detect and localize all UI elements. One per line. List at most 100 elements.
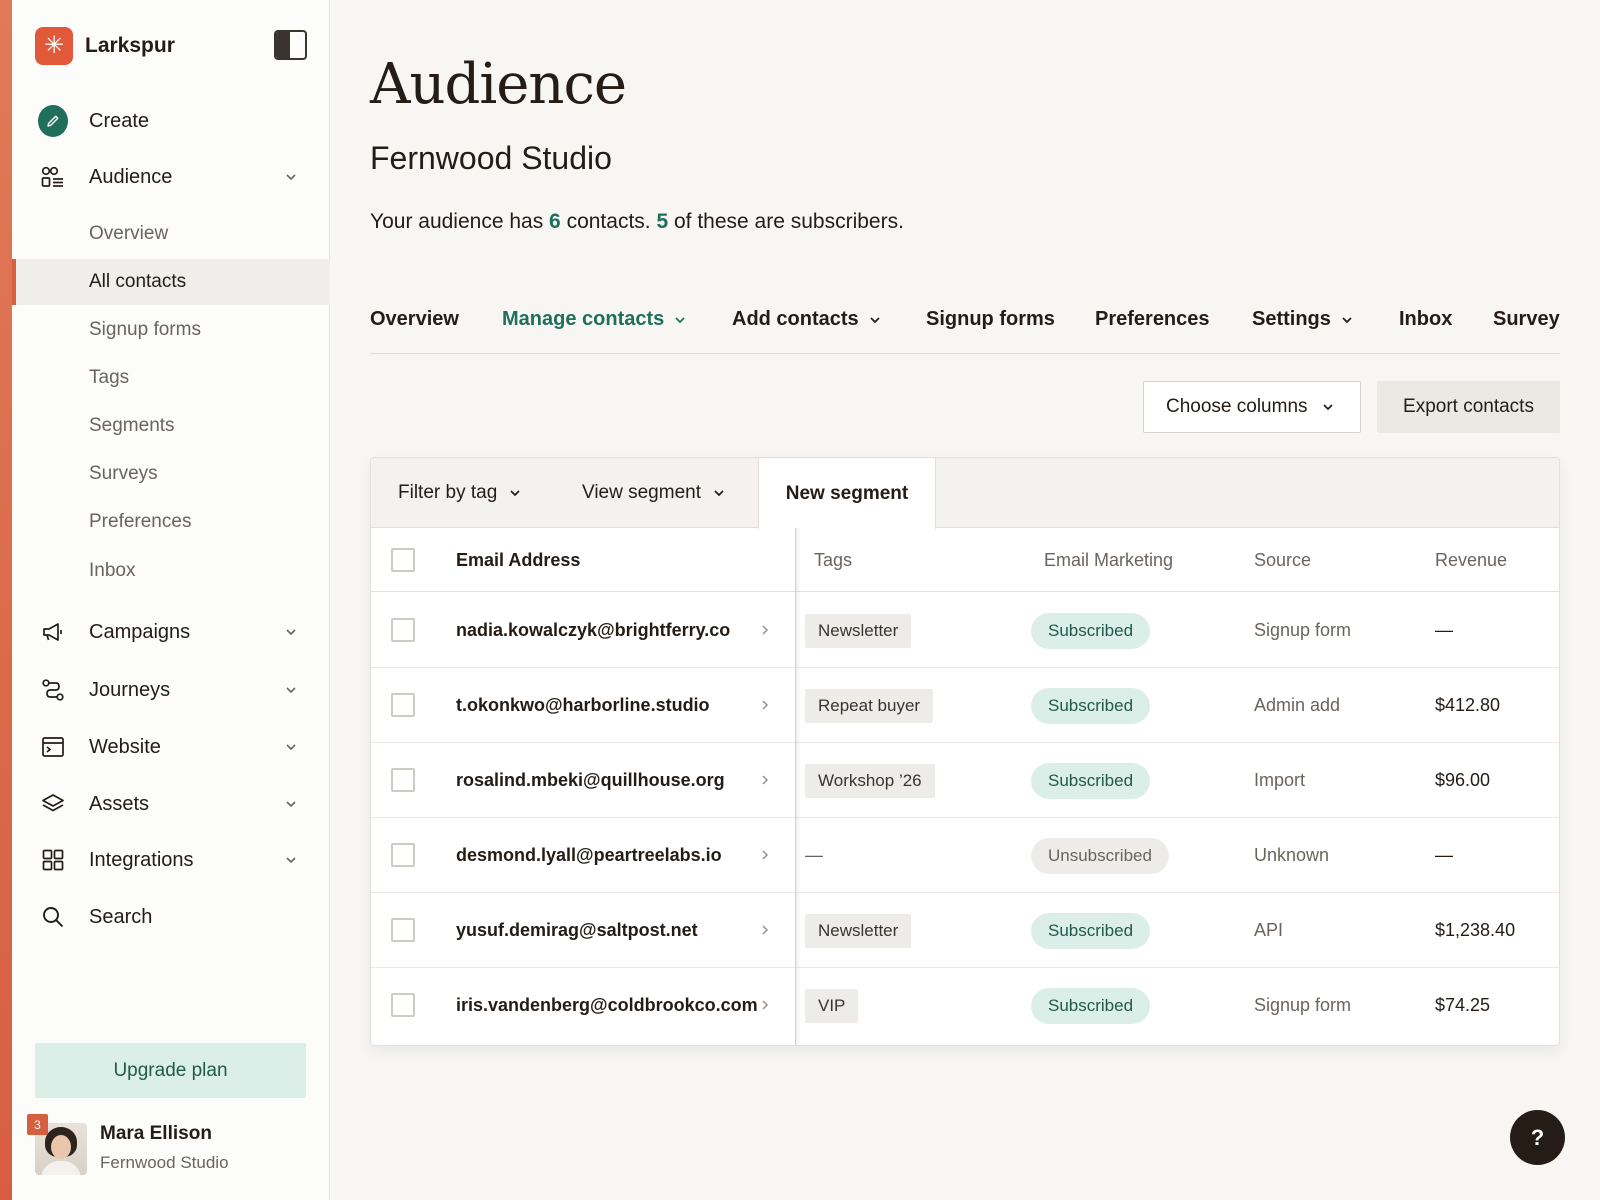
- chevron-down-icon: [282, 681, 300, 699]
- table-row[interactable]: iris.vandenberg@coldbrookco.com VIP Subscr…: [371, 968, 1559, 1043]
- select-all-checkbox[interactable]: [391, 548, 415, 572]
- column-header-email[interactable]: Email Address: [456, 528, 580, 592]
- column-header-email-marketing[interactable]: Email Marketing: [1044, 528, 1173, 592]
- notification-badge: 3: [27, 1114, 48, 1135]
- chevron-right-icon[interactable]: [758, 997, 772, 1013]
- chevron-right-icon[interactable]: [758, 622, 772, 638]
- tab-add-contacts[interactable]: Add contacts: [732, 308, 881, 331]
- sidebar-item-integrations[interactable]: Integrations: [12, 837, 330, 883]
- sidebar-subitem-label: Overview: [89, 223, 169, 244]
- tags-cell: Newsletter: [805, 593, 912, 668]
- user-name: Mara Ellison: [100, 1123, 212, 1144]
- chevron-right-icon[interactable]: [758, 847, 772, 863]
- contact-email[interactable]: desmond.lyall@peartreelabs.io: [456, 818, 722, 893]
- source-cell: Admin add: [1254, 695, 1341, 715]
- row-checkbox[interactable]: [391, 918, 415, 942]
- chevron-right-icon[interactable]: [758, 922, 772, 938]
- tab-settings[interactable]: Settings: [1252, 308, 1353, 331]
- chevron-down-icon: [1322, 403, 1334, 411]
- marketing-status-cell: Subscribed: [1031, 593, 1151, 668]
- sidebar-item-label: Website: [89, 735, 161, 758]
- revenue-cell: —: [1435, 620, 1453, 640]
- column-header-tags[interactable]: Tags: [814, 528, 852, 592]
- brand[interactable]: ✳ Larkspur: [35, 27, 175, 65]
- sidebar-subitem-surveys[interactable]: Surveys: [12, 451, 330, 497]
- status-badge: Unsubscribed: [1031, 837, 1169, 874]
- sidebar-item-website[interactable]: Website: [12, 724, 330, 770]
- column-header-revenue[interactable]: Revenue: [1435, 528, 1507, 592]
- help-button[interactable]: ?: [1510, 1110, 1565, 1165]
- table-row[interactable]: desmond.lyall@peartreelabs.io — Unsubscrib…: [371, 818, 1559, 893]
- row-checkbox[interactable]: [391, 693, 415, 717]
- sidebar: ✳ Larkspur Create Audience Overview All …: [12, 0, 330, 1200]
- tab-manage-contacts[interactable]: Manage contacts: [502, 308, 686, 331]
- sidebar-subitem-label: Preferences: [89, 511, 192, 532]
- sidebar-subitem-label: Signup forms: [89, 319, 201, 340]
- contact-email[interactable]: yusuf.demirag@saltpost.net: [456, 893, 698, 968]
- source-cell: Signup form: [1254, 995, 1352, 1015]
- sidebar-subitem-preferences[interactable]: Preferences: [12, 499, 330, 545]
- sidebar-subitem-segments[interactable]: Segments: [12, 403, 330, 449]
- choose-columns-label: Choose columns: [1166, 396, 1308, 417]
- view-segment-dropdown[interactable]: View segment: [582, 458, 725, 528]
- row-checkbox[interactable]: [391, 618, 415, 642]
- source-cell: Import: [1254, 770, 1306, 790]
- sidebar-item-label: Journeys: [89, 678, 171, 701]
- choose-columns-button[interactable]: Choose columns: [1143, 381, 1361, 433]
- new-segment-button[interactable]: New segment: [758, 458, 936, 529]
- tab-preferences[interactable]: Preferences: [1095, 308, 1210, 331]
- contact-email[interactable]: nadia.kowalczyk@brightferry.co: [456, 593, 730, 668]
- table-row[interactable]: yusuf.demirag@saltpost.net Newsletter Subs…: [371, 893, 1559, 968]
- tab-inbox[interactable]: Inbox: [1399, 308, 1452, 331]
- sidebar-subitem-label: Tags: [89, 367, 130, 388]
- user-account-menu[interactable]: 3 Mara Ellison Fernwood Studio: [27, 1114, 315, 1177]
- sidebar-item-audience[interactable]: Audience: [12, 154, 330, 200]
- table-row[interactable]: t.okonkwo@harborline.studio Repeat buyer S…: [371, 668, 1559, 743]
- audience-tabs: Overview Manage contacts Add contacts Si…: [370, 296, 1560, 354]
- tag-chip[interactable]: Repeat buyer: [805, 688, 934, 723]
- status-badge: Subscribed: [1031, 612, 1151, 649]
- tab-label: Overview: [370, 308, 459, 330]
- upgrade-plan-button[interactable]: Upgrade plan: [35, 1043, 306, 1098]
- org-name: Fernwood Studio: [370, 140, 612, 176]
- brand-name: Larkspur: [85, 34, 175, 57]
- create-icon: [38, 105, 68, 137]
- sidebar-subitem-all-contacts[interactable]: All contacts: [12, 259, 330, 305]
- export-contacts-button[interactable]: Export contacts: [1377, 381, 1560, 433]
- tab-overview[interactable]: Overview: [370, 308, 459, 331]
- status-badge: Subscribed: [1031, 912, 1151, 949]
- collapse-sidebar-button[interactable]: [274, 30, 307, 60]
- sidebar-subitem-tags[interactable]: Tags: [12, 355, 330, 401]
- tag-chip[interactable]: VIP: [805, 988, 859, 1023]
- row-checkbox[interactable]: [391, 768, 415, 792]
- contact-email[interactable]: t.okonkwo@harborline.studio: [456, 668, 710, 743]
- sidebar-subitem-overview[interactable]: Overview: [12, 211, 330, 257]
- sidebar-item-label: Campaigns: [89, 620, 191, 643]
- contact-email[interactable]: iris.vandenberg@coldbrookco.com: [456, 968, 758, 1043]
- tab-signup-forms[interactable]: Signup forms: [926, 308, 1055, 331]
- chevron-right-icon[interactable]: [758, 697, 772, 713]
- sidebar-item-search[interactable]: Search: [12, 894, 330, 940]
- sidebar-subitem-signup-forms[interactable]: Signup forms: [12, 307, 330, 353]
- journey-icon: [38, 675, 68, 705]
- sidebar-subitem-inbox[interactable]: Inbox: [12, 548, 330, 594]
- marketing-status-cell: Subscribed: [1031, 968, 1151, 1043]
- contact-count: 6: [549, 210, 561, 233]
- filter-by-tag-dropdown[interactable]: Filter by tag: [398, 458, 521, 528]
- table-row[interactable]: rosalind.mbeki@quillhouse.org Workshop ’2…: [371, 743, 1559, 818]
- chevron-right-icon[interactable]: [758, 772, 772, 788]
- sidebar-item-assets[interactable]: Assets: [12, 781, 330, 827]
- tab-label: Inbox: [1399, 308, 1453, 330]
- contact-email[interactable]: rosalind.mbeki@quillhouse.org: [456, 743, 725, 818]
- tab-survey[interactable]: Survey: [1493, 308, 1560, 331]
- row-checkbox[interactable]: [391, 843, 415, 867]
- tag-chip[interactable]: Newsletter: [805, 913, 912, 948]
- row-checkbox[interactable]: [391, 993, 415, 1017]
- table-row[interactable]: nadia.kowalczyk@brightferry.co Newsletter…: [371, 593, 1559, 668]
- column-header-source[interactable]: Source: [1254, 528, 1311, 592]
- tag-chip[interactable]: Workshop ’26: [805, 763, 935, 798]
- sidebar-item-journeys[interactable]: Journeys: [12, 667, 330, 713]
- sidebar-item-campaigns[interactable]: Campaigns: [12, 609, 330, 655]
- tag-chip[interactable]: Newsletter: [805, 613, 912, 648]
- sidebar-item-create[interactable]: Create: [12, 98, 330, 144]
